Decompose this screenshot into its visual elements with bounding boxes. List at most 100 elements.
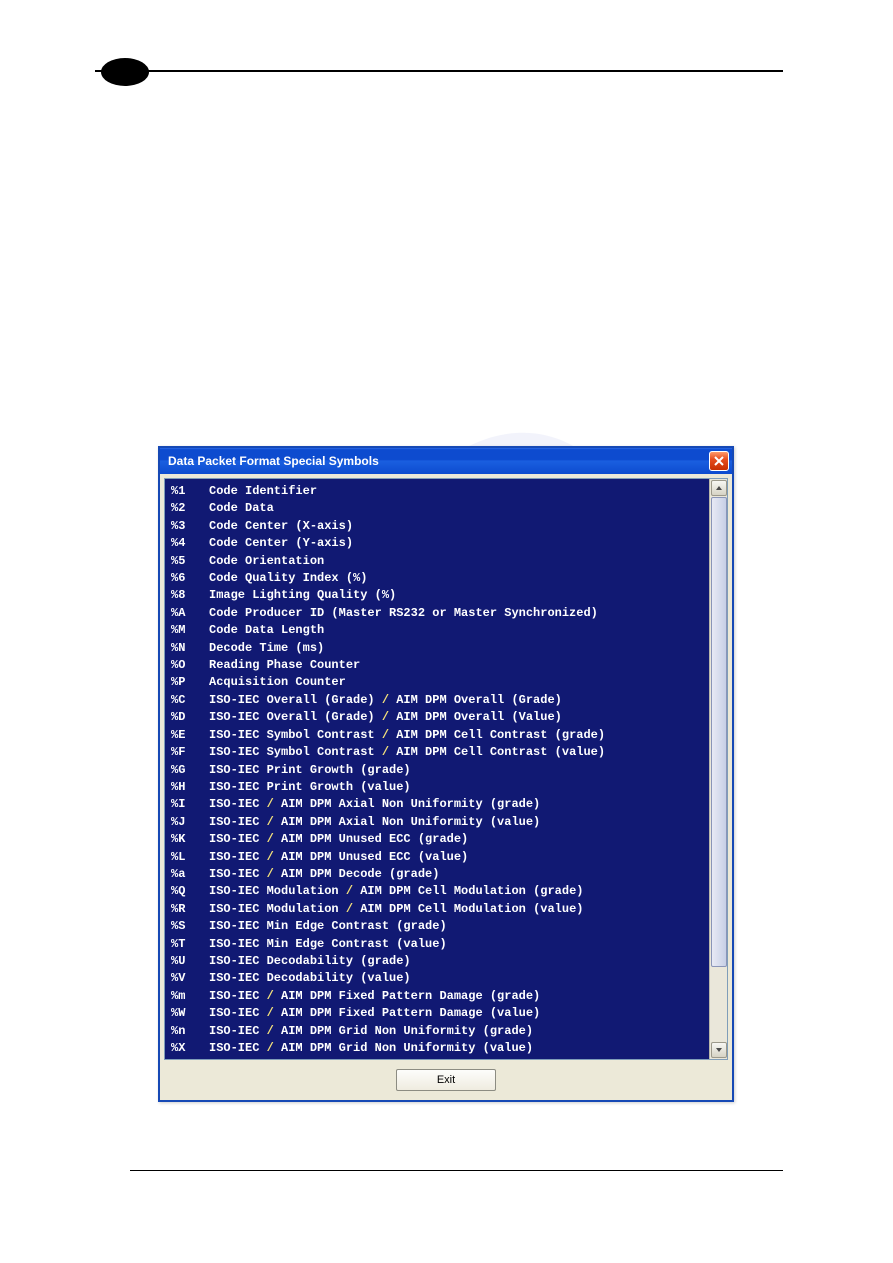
desc-part-2: AIM DPM Overall (Value) <box>396 710 562 724</box>
symbol-code: %I <box>171 796 209 813</box>
list-item[interactable]: %4Code Center (Y-axis) <box>171 535 709 552</box>
list-item[interactable]: %ACode Producer ID (Master RS232 or Mast… <box>171 605 709 622</box>
symbol-description: Code Identifier <box>209 483 317 500</box>
list-item[interactable]: %OReading Phase Counter <box>171 657 709 674</box>
vertical-scrollbar[interactable] <box>709 479 727 1059</box>
desc-part-1: ISO-IEC Modulation <box>209 902 346 916</box>
symbol-description: ISO-IEC / AIM DPM Decode (grade) <box>209 866 439 883</box>
desc-separator: / <box>382 710 396 724</box>
desc-separator: / <box>382 728 396 742</box>
symbol-code: %R <box>171 901 209 918</box>
list-item[interactable]: %TISO-IEC Min Edge Contrast (value) <box>171 936 709 953</box>
list-item[interactable]: %8Image Lighting Quality (%) <box>171 587 709 604</box>
desc-part-1: ISO-IEC Overall (Grade) <box>209 710 382 724</box>
symbol-description: Code Center (X-axis) <box>209 518 353 535</box>
symbol-description: ISO-IEC Decodability (grade) <box>209 953 411 970</box>
list-item[interactable]: %LISO-IEC / AIM DPM Unused ECC (value) <box>171 849 709 866</box>
symbol-code: %a <box>171 866 209 883</box>
symbol-code: %H <box>171 779 209 796</box>
symbol-code: %G <box>171 762 209 779</box>
list-item[interactable]: %DISO-IEC Overall (Grade) / AIM DPM Over… <box>171 709 709 726</box>
list-item[interactable]: %JISO-IEC / AIM DPM Axial Non Uniformity… <box>171 814 709 831</box>
list-item[interactable]: %EISO-IEC Symbol Contrast / AIM DPM Cell… <box>171 727 709 744</box>
list-item[interactable]: %QISO-IEC Modulation / AIM DPM Cell Modu… <box>171 883 709 900</box>
list-item[interactable]: %RISO-IEC Modulation / AIM DPM Cell Modu… <box>171 901 709 918</box>
symbol-code: %6 <box>171 570 209 587</box>
list-item[interactable]: %PAcquisition Counter <box>171 674 709 691</box>
desc-part-1: ISO-IEC <box>209 850 267 864</box>
symbol-code: %D <box>171 709 209 726</box>
list-item[interactable]: %5Code Orientation <box>171 553 709 570</box>
desc-part-2: AIM DPM Decode (grade) <box>281 867 439 881</box>
list-item[interactable]: %UISO-IEC Decodability (grade) <box>171 953 709 970</box>
desc-part-2: AIM DPM Cell Contrast (grade) <box>396 728 605 742</box>
desc-part-1: ISO-IEC <box>209 1058 267 1060</box>
symbol-code: %Q <box>171 883 209 900</box>
symbol-code: %O <box>171 657 209 674</box>
list-item[interactable]: %1Code Identifier <box>171 483 709 500</box>
list-item[interactable]: %CISO-IEC Overall (Grade) / AIM DPM Over… <box>171 692 709 709</box>
list-item[interactable]: %oISO-IEC / AIM DPM Minimum Reflectance … <box>171 1057 709 1060</box>
symbol-description: Image Lighting Quality (%) <box>209 587 396 604</box>
list-item[interactable]: %2Code Data <box>171 500 709 517</box>
list-item[interactable]: %GISO-IEC Print Growth (grade) <box>171 762 709 779</box>
close-button[interactable] <box>709 451 729 471</box>
symbol-code: %8 <box>171 587 209 604</box>
desc-part-1: ISO-IEC <box>209 1006 267 1020</box>
symbol-description: Reading Phase Counter <box>209 657 360 674</box>
list-item[interactable]: %FISO-IEC Symbol Contrast / AIM DPM Cell… <box>171 744 709 761</box>
list-item[interactable]: %MCode Data Length <box>171 622 709 639</box>
list-item[interactable]: %XISO-IEC / AIM DPM Grid Non Uniformity … <box>171 1040 709 1057</box>
symbol-code: %X <box>171 1040 209 1057</box>
desc-separator: / <box>267 797 281 811</box>
list-item[interactable]: %nISO-IEC / AIM DPM Grid Non Uniformity … <box>171 1023 709 1040</box>
symbol-code: %2 <box>171 500 209 517</box>
symbol-code: %N <box>171 640 209 657</box>
symbol-code: %m <box>171 988 209 1005</box>
symbol-description: ISO-IEC Overall (Grade) / AIM DPM Overal… <box>209 692 562 709</box>
list-item[interactable]: %6Code Quality Index (%) <box>171 570 709 587</box>
desc-part-1: ISO-IEC <box>209 815 267 829</box>
symbol-description: Code Quality Index (%) <box>209 570 367 587</box>
list-item[interactable]: %IISO-IEC / AIM DPM Axial Non Uniformity… <box>171 796 709 813</box>
desc-separator: / <box>267 1058 281 1060</box>
scroll-down-button[interactable] <box>711 1042 727 1058</box>
page-header-decor <box>95 56 783 92</box>
symbol-code: %M <box>171 622 209 639</box>
scroll-thumb[interactable] <box>711 497 727 967</box>
list-item[interactable]: %3Code Center (X-axis) <box>171 518 709 535</box>
symbol-description: Acquisition Counter <box>209 674 346 691</box>
list-item[interactable]: %mISO-IEC / AIM DPM Fixed Pattern Damage… <box>171 988 709 1005</box>
symbol-code: %U <box>171 953 209 970</box>
symbol-description: ISO-IEC Min Edge Contrast (grade) <box>209 918 447 935</box>
symbol-description: ISO-IEC / AIM DPM Grid Non Uniformity (g… <box>209 1023 533 1040</box>
desc-part-2: AIM DPM Fixed Pattern Damage (grade) <box>281 989 540 1003</box>
list-item[interactable]: %HISO-IEC Print Growth (value) <box>171 779 709 796</box>
desc-part-2: AIM DPM Axial Non Uniformity (value) <box>281 815 540 829</box>
exit-button[interactable]: Exit <box>396 1069 496 1091</box>
symbol-description: ISO-IEC / AIM DPM Fixed Pattern Damage (… <box>209 988 540 1005</box>
symbol-code: %3 <box>171 518 209 535</box>
button-bar: Exit <box>164 1060 728 1100</box>
list-item[interactable]: %KISO-IEC / AIM DPM Unused ECC (grade) <box>171 831 709 848</box>
symbol-description: ISO-IEC / AIM DPM Grid Non Uniformity (v… <box>209 1040 533 1057</box>
desc-separator: / <box>267 989 281 1003</box>
list-item[interactable]: %aISO-IEC / AIM DPM Decode (grade) <box>171 866 709 883</box>
desc-part-1: ISO-IEC Overall (Grade) <box>209 693 382 707</box>
chevron-up-icon <box>715 484 723 492</box>
list-item[interactable]: %SISO-IEC Min Edge Contrast (grade) <box>171 918 709 935</box>
symbol-code: %1 <box>171 483 209 500</box>
desc-part-2: AIM DPM Minimum Reflectance (grade) <box>281 1058 533 1060</box>
list-item[interactable]: %VISO-IEC Decodability (value) <box>171 970 709 987</box>
symbol-description: ISO-IEC Min Edge Contrast (value) <box>209 936 447 953</box>
list-item[interactable]: %NDecode Time (ms) <box>171 640 709 657</box>
symbol-description: ISO-IEC / AIM DPM Axial Non Uniformity (… <box>209 814 540 831</box>
symbol-description: Code Center (Y-axis) <box>209 535 353 552</box>
symbol-code: %P <box>171 674 209 691</box>
scroll-up-button[interactable] <box>711 480 727 496</box>
titlebar[interactable]: Data Packet Format Special Symbols <box>160 448 732 474</box>
desc-separator: / <box>267 832 281 846</box>
list-item[interactable]: %WISO-IEC / AIM DPM Fixed Pattern Damage… <box>171 1005 709 1022</box>
dialog-window: Data Packet Format Special Symbols %1Cod… <box>158 446 734 1102</box>
desc-part-2: AIM DPM Overall (Grade) <box>396 693 562 707</box>
